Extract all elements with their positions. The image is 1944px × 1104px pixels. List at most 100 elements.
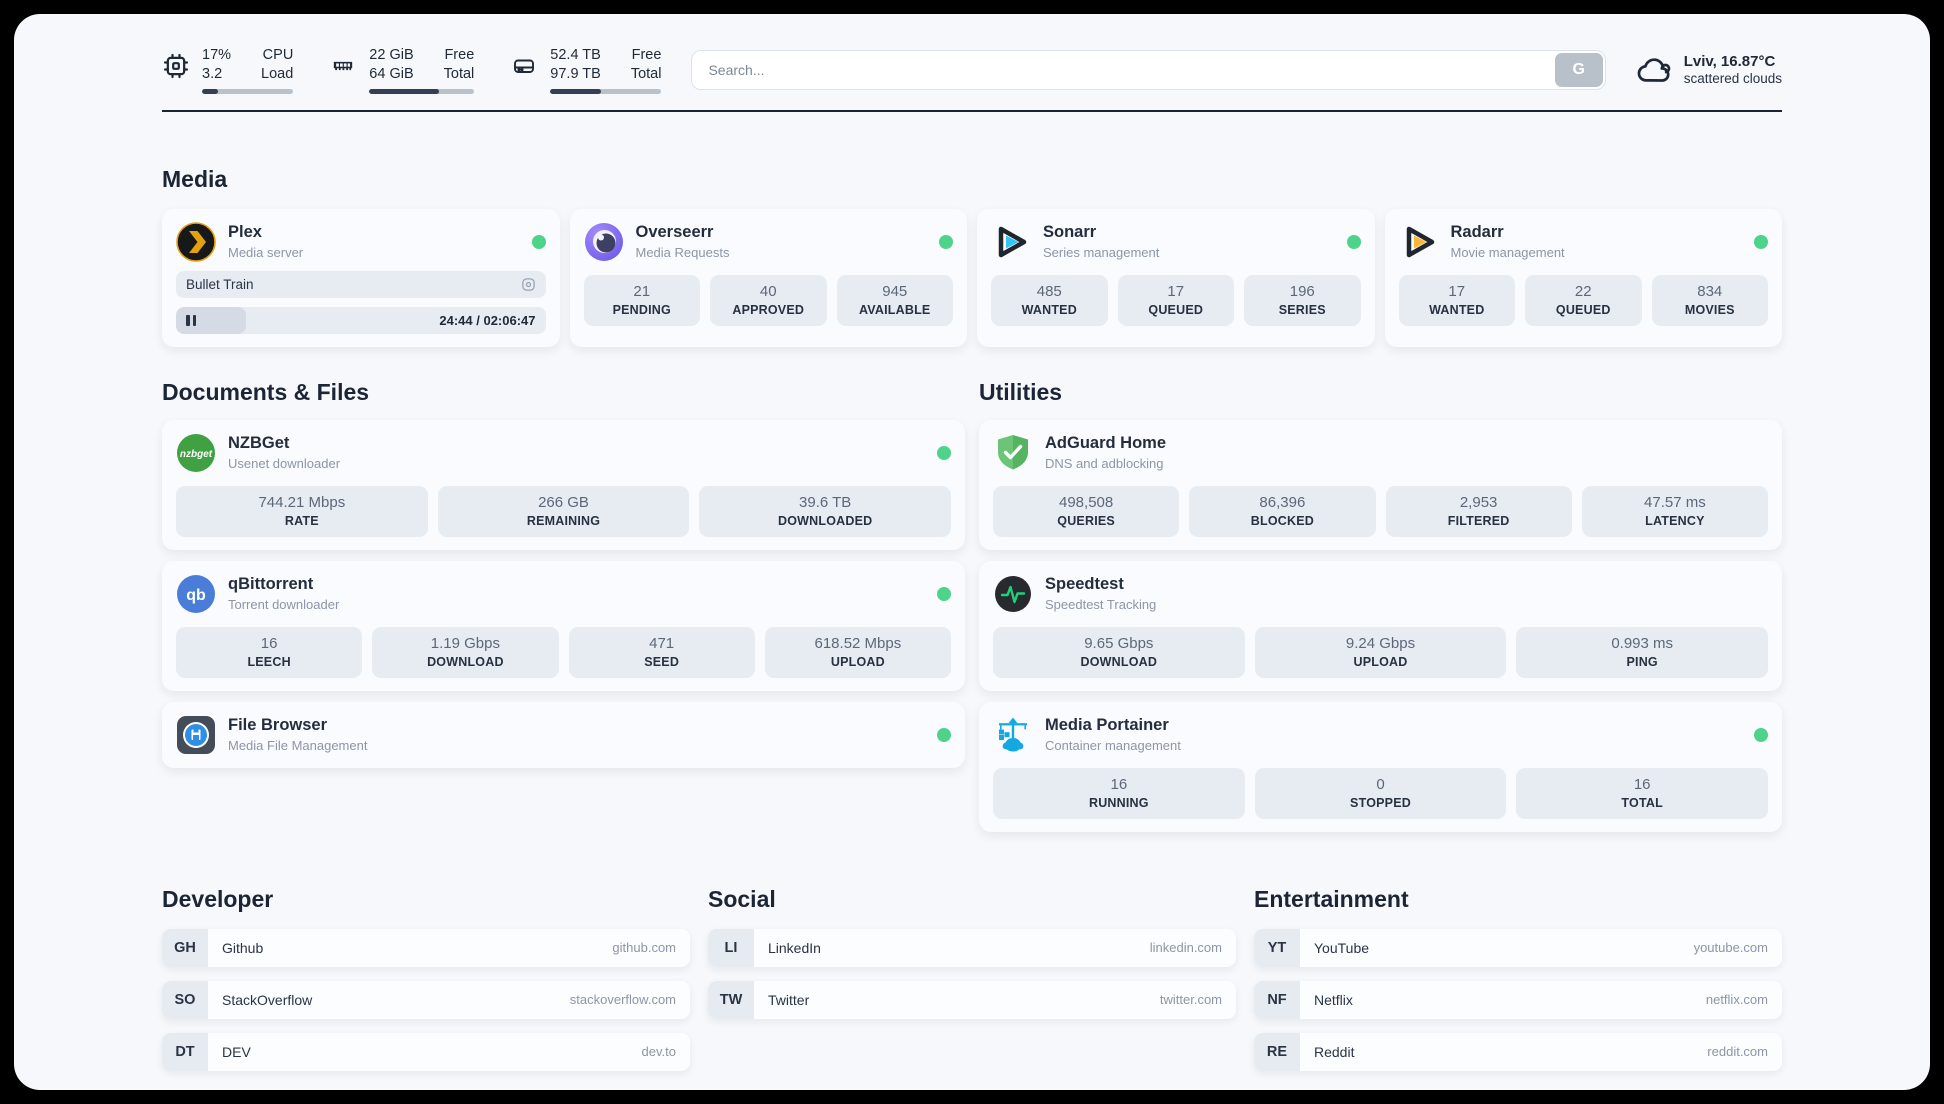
stat-wanted: 17 WANTED — [1398, 274, 1515, 326]
status-dot — [1754, 727, 1768, 742]
file-browser-icon — [177, 715, 215, 754]
status-dot — [937, 586, 951, 601]
app-name: qBittorrent — [228, 575, 314, 594]
cpu-usage-label: CPU — [262, 47, 294, 63]
app-card-plex[interactable]: Plex Media server Bullet Train 24:44 / 0… — [162, 208, 560, 347]
stat-ping: 0.993 ms PING — [1516, 626, 1769, 678]
status-dot — [1346, 234, 1361, 249]
link-abbr-badge: RE — [1254, 1032, 1300, 1071]
cpu-usage-value: 17% — [202, 47, 232, 63]
app-description: Container management — [1045, 738, 1181, 754]
disk-total-label: Total — [630, 65, 662, 82]
link-abbr-badge: TW — [708, 980, 754, 1019]
stat-queries: 498,508 QUERIES — [993, 485, 1180, 537]
memory-free-value: 22 GiB — [369, 47, 414, 63]
stat-leech: 16 LEECH — [176, 626, 363, 678]
app-card-sonarr[interactable]: Sonarr Series management 485 WANTED 17 Q… — [977, 208, 1375, 347]
now-playing-progress-row[interactable]: 24:44 / 02:06:47 — [176, 306, 546, 334]
app-card-adguard-home[interactable]: AdGuard Home DNS and adblocking 498,508 … — [979, 419, 1782, 550]
app-name: Speedtest — [1045, 575, 1124, 594]
app-description: Usenet downloader — [228, 456, 341, 472]
weather-widget: Lviv, 16.87°C scattered clouds — [1636, 52, 1782, 88]
cloud-icon — [1637, 58, 1670, 82]
app-name: AdGuard Home — [1045, 434, 1167, 453]
link-abbr-badge: DT — [162, 1032, 208, 1071]
link-abbr-badge: GH — [162, 928, 208, 967]
link-linkedin[interactable]: LI LinkedIn linkedin.com — [708, 928, 1236, 967]
top-bar: 17% 3.2 CPU Load 22 GiB 64 GiB Free Tota… — [162, 46, 1782, 94]
stat-series: 196 SERIES — [1244, 274, 1361, 326]
disk-free-label: Free — [631, 47, 662, 63]
stat-blocked: 86,396 BLOCKED — [1189, 485, 1376, 537]
stat-remaining: 266 GB REMAINING — [437, 485, 690, 537]
link-twitter[interactable]: TW Twitter twitter.com — [708, 980, 1236, 1019]
app-description: Movie management — [1450, 245, 1565, 261]
adguard-icon — [998, 434, 1028, 470]
app-description: DNS and adblocking — [1045, 456, 1164, 472]
stat-approved: 40 APPROVED — [710, 274, 827, 326]
stat-downloaded: 39.6 TB DOWNLOADED — [699, 485, 952, 537]
memory-total-label: Total — [443, 65, 475, 82]
cpu-progress-bar — [202, 88, 294, 94]
app-card-speedtest[interactable]: Speedtest Speedtest Tracking 9.65 Gbps D… — [979, 560, 1782, 691]
section-title-documents: Documents & Files — [162, 378, 370, 405]
plex-icon — [176, 221, 216, 262]
app-card-nzbget[interactable]: nzbget NZBGet Usenet downloader 744.21 M… — [162, 419, 965, 550]
disk-total-value: 97.9 TB — [550, 65, 601, 82]
link-abbr-badge: LI — [708, 928, 754, 967]
stat-movies: 834 MOVIES — [1651, 274, 1768, 326]
link-abbr-badge: SO — [162, 980, 208, 1019]
stat-wanted: 485 WANTED — [991, 274, 1108, 326]
search-input[interactable] — [692, 61, 1553, 78]
app-description: Media File Management — [228, 738, 368, 754]
app-card-file-browser[interactable]: File Browser Media File Management — [162, 701, 965, 768]
section-title-entertainment: Entertainment — [1254, 885, 1409, 912]
link-reddit[interactable]: RE Reddit reddit.com — [1254, 1032, 1782, 1071]
links-column-social: Social LI LinkedIn linkedin.com TW Twitt… — [708, 832, 1236, 1033]
app-card-overseerr[interactable]: Overseerr Media Requests 21 PENDING 40 A… — [569, 208, 967, 347]
link-youtube[interactable]: YT YouTube youtube.com — [1254, 928, 1782, 967]
link-dev[interactable]: DT DEV dev.to — [162, 1032, 690, 1071]
disk-free-value: 52.4 TB — [550, 47, 601, 63]
stat-total: 16 TOTAL — [1516, 767, 1769, 819]
playback-time: 24:44 / 02:06:47 — [439, 312, 536, 328]
now-playing-title-row: Bullet Train — [176, 270, 546, 298]
app-description: Torrent downloader — [228, 597, 340, 613]
stat-seed: 471 SEED — [568, 626, 755, 678]
stat-filtered: 2,953 FILTERED — [1385, 485, 1572, 537]
app-name: Sonarr — [1043, 223, 1097, 242]
qbittorrent-icon: qb — [177, 574, 215, 613]
link-abbr-badge: YT — [1254, 928, 1300, 967]
app-card-qbittorrent[interactable]: qb qBittorrent Torrent downloader 16 LEE… — [162, 560, 965, 691]
section-title-social: Social — [708, 885, 776, 912]
cpu-load-label: Load — [261, 65, 294, 82]
memory-total-value: 64 GiB — [369, 65, 414, 82]
portainer-icon — [999, 717, 1027, 752]
memory-stat: 22 GiB 64 GiB Free Total — [329, 46, 475, 94]
link-netflix[interactable]: NF Netflix netflix.com — [1254, 980, 1782, 1019]
weather-condition: scattered clouds — [1683, 71, 1782, 87]
links-column-developer: Developer GH Github github.com SO StackO… — [162, 832, 690, 1085]
search-bar: G — [691, 49, 1606, 90]
link-stackoverflow[interactable]: SO StackOverflow stackoverflow.com — [162, 980, 690, 1019]
stat-running: 16 RUNNING — [993, 767, 1245, 819]
nzbget-icon: nzbget — [177, 433, 215, 472]
pause-icon — [186, 314, 196, 326]
stat-download: 1.19 Gbps DOWNLOAD — [372, 626, 559, 678]
stat-queued: 22 QUEUED — [1525, 274, 1642, 326]
svg-text:nzbget: nzbget — [180, 449, 213, 460]
status-dot — [937, 727, 951, 742]
link-github[interactable]: GH Github github.com — [162, 928, 690, 967]
sonarr-icon — [998, 226, 1027, 257]
section-title-developer: Developer — [162, 885, 274, 912]
status-dot — [1754, 234, 1768, 249]
app-card-radarr[interactable]: Radarr Movie management 17 WANTED 22 QUE… — [1384, 208, 1782, 347]
app-description: Media Requests — [635, 245, 730, 261]
weather-location-temp: Lviv, 16.87°C — [1683, 53, 1776, 71]
stat-available: 945 AVAILABLE — [836, 274, 953, 326]
dashboard-page: 17% 3.2 CPU Load 22 GiB 64 GiB Free Tota… — [14, 14, 1930, 1090]
header-divider — [162, 109, 1782, 112]
stat-upload: 9.24 Gbps UPLOAD — [1254, 626, 1507, 678]
google-search-button[interactable]: G — [1554, 52, 1603, 87]
app-card-media-portainer[interactable]: Media Portainer Container management 16 … — [979, 701, 1782, 832]
